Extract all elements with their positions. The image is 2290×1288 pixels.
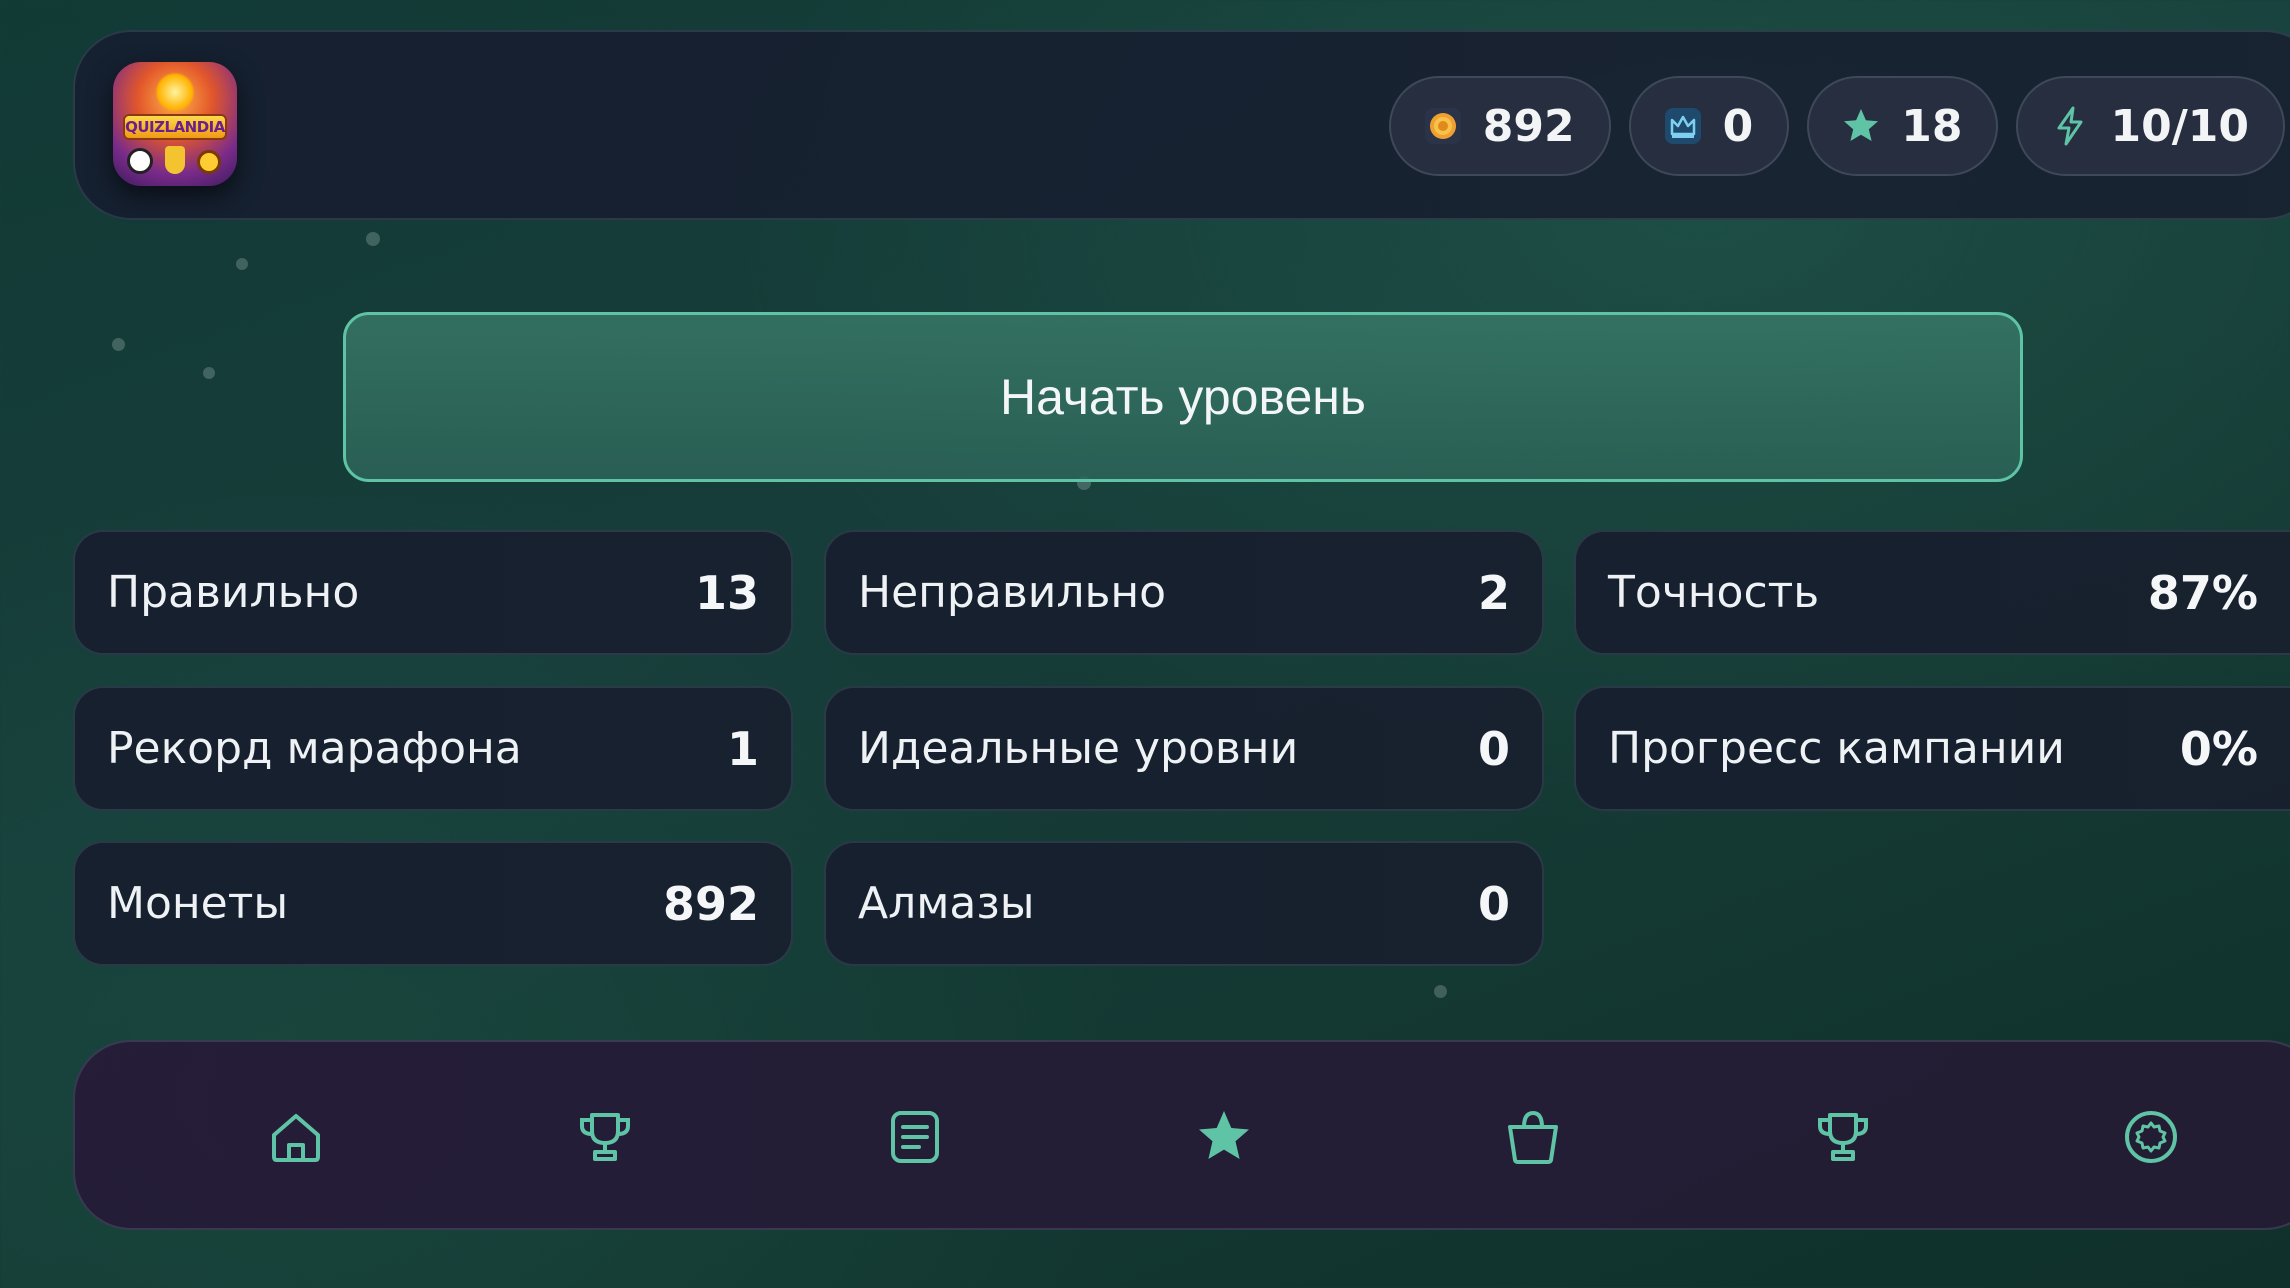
stat-label: Монеты: [107, 878, 289, 929]
energy-value: 10/10: [2110, 100, 2249, 152]
diamonds-value: 0: [1722, 100, 1754, 152]
stat-value: 13: [694, 565, 759, 620]
decor-dot: [203, 367, 215, 379]
nav-shop[interactable]: [1493, 1097, 1573, 1177]
stat-card-marathon-record: Рекорд марафона 1: [73, 686, 793, 811]
stat-card-accuracy: Точность 87%: [1574, 530, 2290, 655]
stat-value: 892: [662, 876, 759, 931]
stat-card-perfect-levels: Идеальные уровни 0: [824, 686, 1544, 811]
stat-label: Алмазы: [858, 878, 1035, 929]
trophy-icon: [1818, 1113, 1868, 1161]
stat-value: 1: [726, 721, 759, 776]
logo-sun: [155, 72, 195, 112]
app-logo[interactable]: QUIZLANDIA: [113, 62, 237, 186]
start-level-button[interactable]: Начать уровень: [343, 312, 2023, 482]
top-bar: QUIZLANDIA 892 0 18 10/10: [73, 30, 2290, 220]
list-icon: [891, 1111, 939, 1163]
stat-card-incorrect: Неправильно 2: [824, 530, 1544, 655]
decor-dot: [112, 338, 125, 351]
stat-value: 0%: [2179, 721, 2258, 776]
stat-value: 87%: [2147, 565, 2258, 620]
lightning-icon: [2050, 106, 2090, 146]
star-icon: [1841, 106, 1881, 146]
decor-dot: [366, 232, 380, 246]
stars-value: 18: [1901, 100, 1963, 152]
stat-label: Правильно: [107, 567, 360, 618]
nav-leaderboard[interactable]: [1803, 1097, 1883, 1177]
stat-label: Точность: [1608, 567, 1820, 618]
decor-dot: [236, 258, 248, 270]
stat-card-correct: Правильно 13: [73, 530, 793, 655]
nav-settings[interactable]: [2111, 1097, 2191, 1177]
crown-gem-icon: [1663, 106, 1703, 146]
nav-home[interactable]: [256, 1097, 336, 1177]
stat-card-diamonds: Алмазы 0: [824, 841, 1544, 966]
shopping-bag-icon: [1508, 1110, 1558, 1164]
star-icon: [1199, 1111, 1249, 1159]
logo-banner: QUIZLANDIA: [123, 114, 227, 140]
stat-value: 0: [1477, 721, 1510, 776]
logo-ball: [197, 150, 221, 174]
logo-soccer-ball: [127, 148, 153, 174]
coins-value: 892: [1482, 100, 1575, 152]
stat-value: 0: [1477, 876, 1510, 931]
stat-card-coins: Монеты 892: [73, 841, 793, 966]
diamonds-pill[interactable]: 0: [1628, 76, 1790, 176]
logo-cup: [165, 146, 185, 174]
nav-trophy[interactable]: [565, 1097, 645, 1177]
decor-dot: [1434, 985, 1447, 998]
trophy-icon: [580, 1113, 630, 1161]
stat-value: 2: [1477, 565, 1510, 620]
stat-card-campaign-progress: Прогресс кампании 0%: [1574, 686, 2290, 811]
energy-pill[interactable]: 10/10: [2016, 76, 2285, 176]
stars-pill[interactable]: 18: [1807, 76, 1999, 176]
stat-label: Идеальные уровни: [858, 723, 1299, 774]
settings-icon: [2125, 1111, 2177, 1163]
stat-label: Рекорд марафона: [107, 723, 522, 774]
nav-favorites[interactable]: [1184, 1097, 1264, 1177]
coins-pill[interactable]: 892: [1388, 76, 1611, 176]
bottom-nav: [73, 1040, 2290, 1230]
stat-label: Прогресс кампании: [1608, 723, 2065, 774]
home-icon: [272, 1114, 320, 1162]
nav-list[interactable]: [875, 1097, 955, 1177]
coin-icon: [1423, 106, 1463, 146]
currency-bar: 892 0 18 10/10: [1388, 76, 2285, 176]
stat-label: Неправильно: [858, 567, 1167, 618]
